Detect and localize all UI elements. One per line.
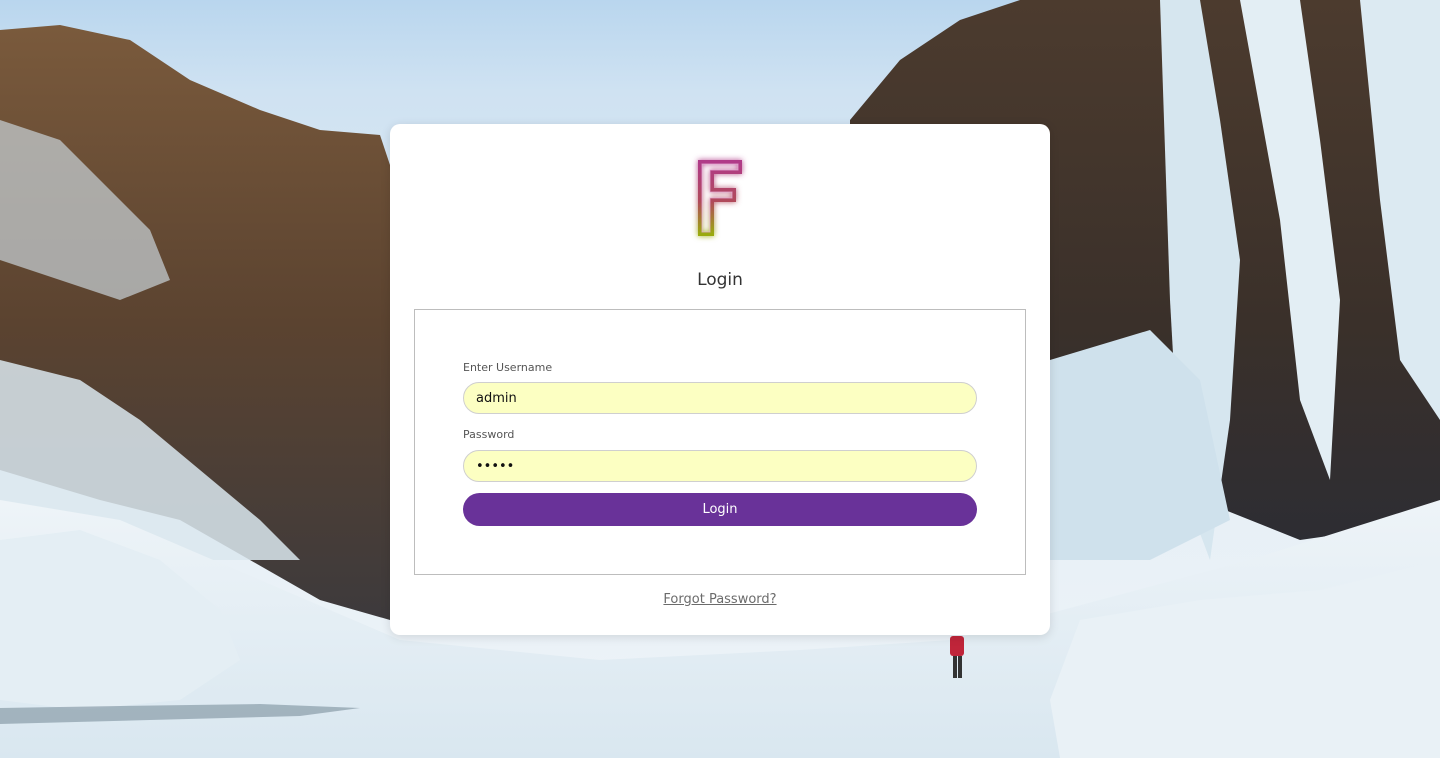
forgot-password-link[interactable]: Forgot Password? — [390, 592, 1050, 607]
login-form-box — [414, 309, 1026, 575]
username-label: Enter Username — [463, 361, 553, 374]
password-label: Password — [463, 428, 515, 441]
logo-icon — [690, 152, 750, 242]
username-input[interactable] — [463, 382, 977, 414]
login-button[interactable]: Login — [463, 493, 977, 526]
login-title: Login — [697, 270, 743, 290]
logo-f-mark — [698, 160, 742, 236]
password-input[interactable] — [463, 450, 977, 482]
